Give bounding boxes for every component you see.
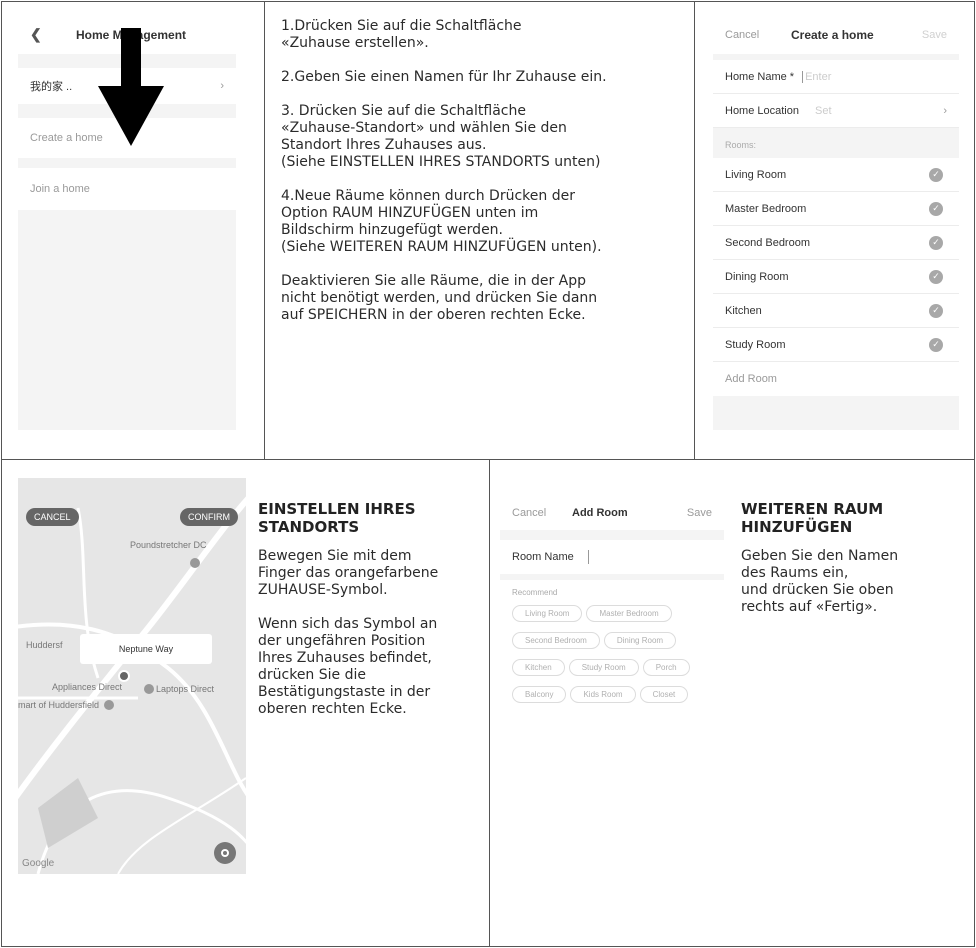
room-name-row[interactable]: Room Name [500,540,724,574]
room-row[interactable]: Living Room ✓ [713,158,959,192]
locate-me-icon[interactable] [214,842,236,864]
home-pin-icon[interactable] [118,670,130,682]
room-row[interactable]: Kitchen ✓ [713,294,959,328]
room-label: Study Room [725,338,786,351]
room-section: WEITEREN RAUM HINZUFÜGEN Geben Sie den N… [741,500,963,616]
room-label: Master Bedroom [725,202,807,215]
recommend-label: Recommend [512,588,558,597]
chevron-right-icon: › [220,80,224,92]
map-label-smart: mart of Huddersfield [18,700,100,710]
save-button[interactable]: Save [922,29,947,41]
screen-title: Add Room [572,507,628,519]
room-label: Kitchen [725,304,762,317]
location-map[interactable]: CANCEL CONFIRM Poundstretcher DC Hudders… [18,478,246,874]
home-name-label: Home Name * [725,70,795,83]
step-5: Deaktivieren Sie alle Räume, die in der … [281,273,598,323]
room-heading: WEITEREN RAUM HINZUFÜGEN [741,500,884,536]
room-name-label: Room Name [512,551,574,563]
cancel-button[interactable]: Cancel [512,507,546,519]
location-section: EINSTELLEN IHRES STANDORTS Bewegen Sie m… [258,500,480,718]
room-row[interactable]: Second Bedroom ✓ [713,226,959,260]
join-home-label: Join a home [30,183,90,195]
check-icon[interactable]: ✓ [929,303,943,318]
create-home-screen: Cancel Create a home Save Home Name * En… [713,16,959,430]
room-suggestion-chip[interactable]: Kitchen [512,659,565,676]
location-heading: EINSTELLEN IHRES STANDORTS [258,500,416,536]
google-logo: Google [22,858,55,869]
home-location-label: Home Location [725,104,799,117]
add-room-screen: Cancel Add Room Save Room Name Recommend… [500,496,724,870]
steps-text: 1.Drücken Sie auf die Schaltfläche «Zuha… [281,18,681,341]
room-suggestion-chip[interactable]: Porch [642,659,690,676]
room-suggestion-chip[interactable]: Master Bedroom [586,605,672,622]
room-name-input[interactable] [587,550,589,564]
screen-title: Create a home [791,28,874,42]
rooms-label: Rooms: [725,140,757,150]
step-1: 1.Drücken Sie auf die Schaltfläche «Zuha… [281,18,522,51]
map-label-poundstretcher: Poundstretcher DC [130,540,207,550]
chip-row: Second Bedroom Dining Room [512,632,712,659]
step-2: 2.Geben Sie einen Namen für Ihr Zuhause … [281,69,607,85]
check-icon[interactable]: ✓ [929,167,943,182]
room-suggestion-chip[interactable]: Balcony [512,686,567,703]
room-label: Second Bedroom [725,236,810,249]
family-name: 我的家 .. [30,81,73,93]
check-icon[interactable]: ✓ [929,235,943,250]
step-4: 4.Neue Räume können durch Drücken der Op… [281,188,602,255]
room-suggestion-chip[interactable]: Second Bedroom [512,632,600,649]
map-label-laptops: Laptops Direct [156,684,215,694]
map-label-appliances: Appliances Direct [52,682,123,692]
room-row[interactable]: Master Bedroom ✓ [713,192,959,226]
map-pin-icon [144,684,154,694]
join-home-item[interactable]: Join a home [18,168,236,210]
col-divider-bottom [489,459,490,947]
room-suggestion-chip[interactable]: Closet [639,686,689,703]
back-icon[interactable]: ❮ [30,26,42,43]
add-room-button[interactable]: Add Room [713,362,959,396]
map-confirm-button[interactable]: CONFIRM [180,508,238,526]
map-cancel-button[interactable]: CANCEL [26,508,79,526]
home-name-row[interactable]: Home Name * Enter [713,60,959,94]
place-label-box: Neptune Way [80,634,212,664]
home-name-input[interactable]: Enter [802,70,831,83]
room-suggestion-chip[interactable]: Living Room [512,605,583,622]
row-divider [1,459,975,460]
map-roads [18,496,246,874]
chip-row: Living Room Master Bedroom [512,605,712,632]
check-icon[interactable]: ✓ [929,201,943,216]
room-suggestion-chip[interactable]: Kids Room [570,686,636,703]
room-row[interactable]: Dining Room ✓ [713,260,959,294]
room-suggestion-chip[interactable]: Study Room [568,659,639,676]
recommend-panel: Recommend Living Room Master Bedroom Secon… [500,580,724,870]
save-button[interactable]: Save [687,507,712,519]
home-location-row[interactable]: Home Location Set › [713,94,959,128]
recommend-chips: Living Room Master Bedroom Second Bedroom D… [512,605,712,713]
room-label: Dining Room [725,270,789,283]
add-room-label: Add Room [725,373,777,385]
chip-row: Balcony Kids Room Closet [512,686,712,713]
col-divider-top-1 [264,1,265,459]
chip-row: Kitchen Study Room Porch [512,659,712,686]
room-suggestion-chip[interactable]: Dining Room [603,632,677,649]
room-para: Geben Sie den Namen des Raums ein, und d… [741,548,899,615]
check-icon[interactable]: ✓ [929,337,943,352]
location-para-2: Wenn sich das Symbol an der ungefähren P… [258,616,438,717]
col-divider-top-2 [694,1,695,459]
step-3: 3. Drücken Sie auf die Schaltfläche «Zuh… [281,103,601,170]
room-row[interactable]: Study Room ✓ [713,328,959,362]
place-label: Neptune Way [118,644,174,654]
cancel-button[interactable]: Cancel [725,29,759,41]
map-label-huddersf: Huddersf [26,640,63,650]
location-para-1: Bewegen Sie mit dem Finger das orangefar… [258,548,439,598]
create-home-label: Create a home [30,132,103,144]
home-location-value: Set [815,104,832,117]
screen-header: Cancel Create a home Save [713,16,959,54]
chevron-right-icon: › [943,104,947,117]
room-label: Living Room [725,168,787,181]
check-icon[interactable]: ✓ [929,269,943,284]
map-pin-icon [190,558,200,568]
down-arrow-icon [98,28,164,146]
map-pin-icon [104,700,114,710]
screen-header: Cancel Add Room Save [500,496,724,530]
